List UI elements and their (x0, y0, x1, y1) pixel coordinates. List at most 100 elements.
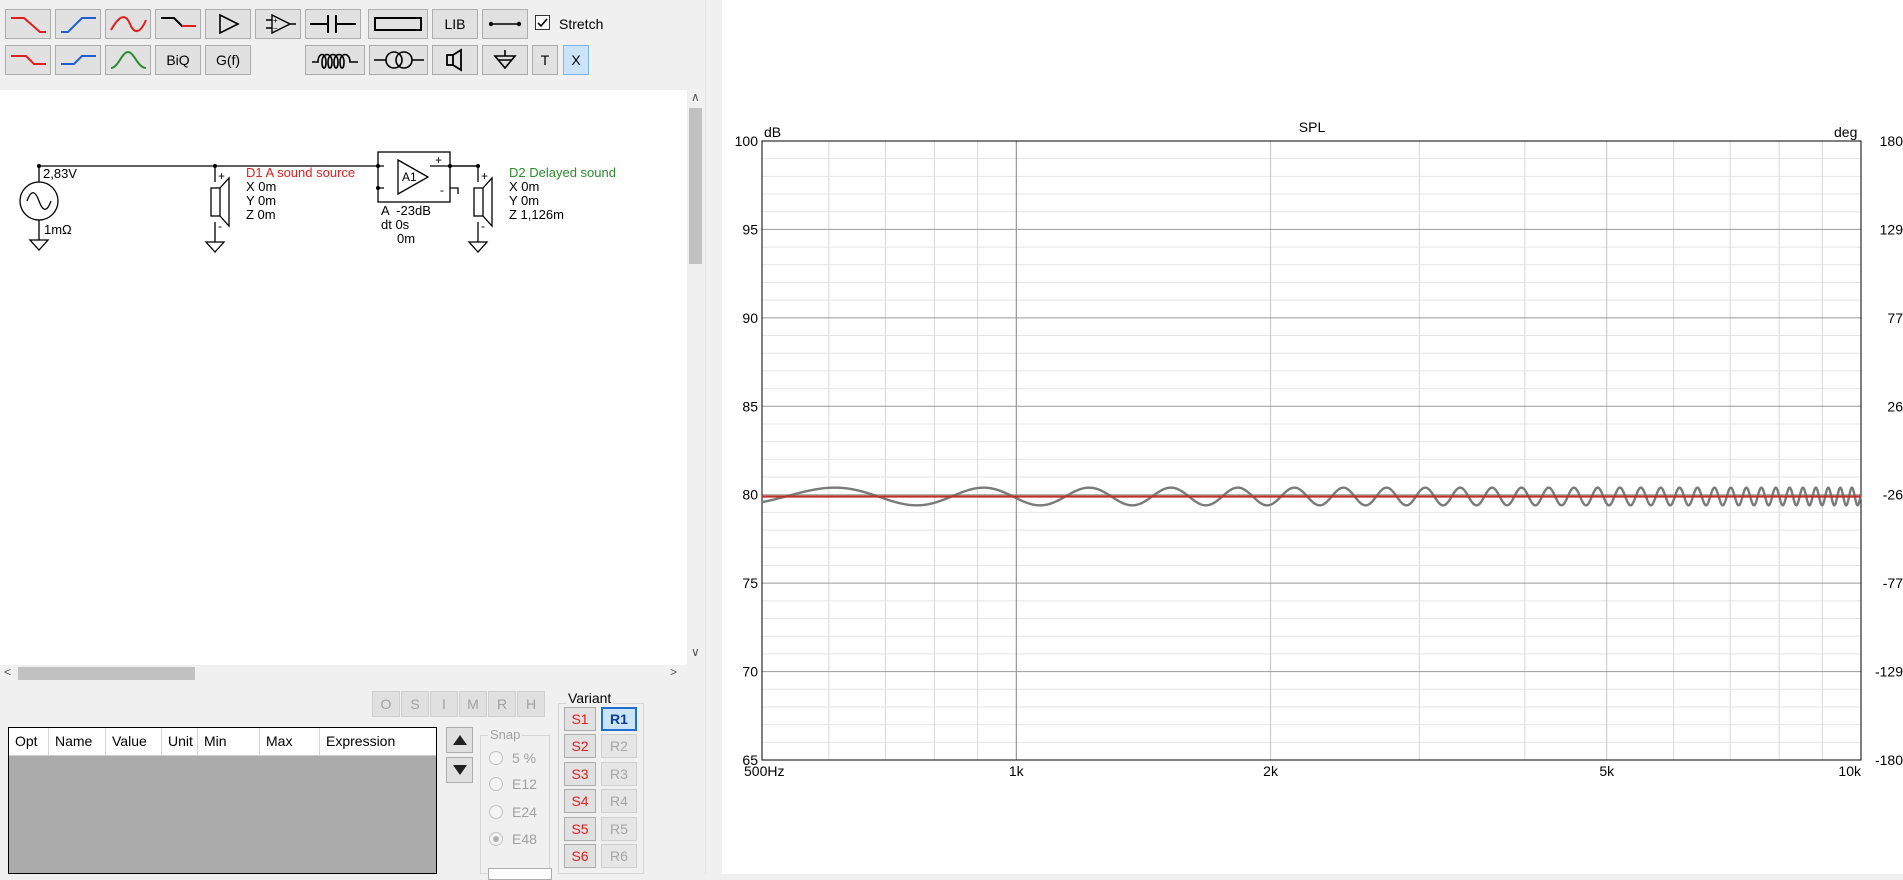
speaker-button[interactable] (432, 45, 478, 75)
scroll-up-icon[interactable]: ∧ (691, 90, 700, 104)
stretch-label: Stretch (559, 16, 604, 32)
svg-text:+: + (481, 169, 488, 183)
vertical-scrollbar[interactable]: ∧ ∨ (687, 90, 704, 665)
d1-name-label[interactable]: D1 A sound source (246, 166, 355, 180)
variant-r1-button[interactable]: R1 (601, 707, 637, 731)
transfer-function-button[interactable]: G(f) (205, 45, 251, 75)
amp-gain-label: A -23dB (381, 203, 431, 218)
highpass-filter-button[interactable] (55, 9, 101, 39)
col-value[interactable]: Value (106, 728, 162, 755)
d2-name-label[interactable]: D2 Delayed sound (509, 166, 616, 180)
inductor-button[interactable] (305, 45, 365, 75)
transformer-icon (373, 51, 424, 69)
scroll-down-icon[interactable]: ∨ (691, 645, 700, 659)
triangle-amp-icon (219, 13, 240, 35)
lowpass-filter-button[interactable] (5, 9, 51, 39)
variant-s4-button[interactable]: S4 (564, 789, 596, 813)
snap-radio-e24[interactable] (489, 805, 503, 819)
capacitor-icon (310, 15, 356, 33)
highpass2-filter-button[interactable] (55, 45, 101, 75)
y-tick-label-right: 26 (1887, 398, 1903, 414)
col-min[interactable]: Min (198, 728, 260, 755)
bandpass-filter-button[interactable] (105, 45, 151, 75)
horizontal-scrollbar[interactable]: < > (0, 665, 687, 682)
snap-label-5pct: 5 % (512, 750, 537, 766)
scroll-left-icon[interactable]: < (4, 665, 11, 679)
variant-r6-button[interactable]: R6 (601, 844, 637, 868)
col-opt[interactable]: Opt (9, 728, 49, 755)
horizontal-scroll-thumb[interactable] (18, 667, 195, 680)
opt-button-h[interactable]: H (517, 691, 545, 717)
triangle-down-icon (452, 765, 467, 775)
variant-r5-button[interactable]: R5 (601, 817, 637, 841)
panel-splitter[interactable] (705, 0, 723, 874)
variant-r4-button[interactable]: R4 (601, 789, 637, 813)
x-tick-label: 2k (1263, 763, 1279, 779)
inductor-icon (312, 53, 358, 69)
col-name[interactable]: Name (49, 728, 106, 755)
ground-button[interactable] (482, 45, 528, 75)
library-button[interactable]: LIB (432, 9, 478, 39)
svg-text:+: + (435, 153, 442, 167)
snap-radio-e48[interactable] (489, 832, 503, 846)
biquad-button[interactable]: BiQ (155, 45, 201, 75)
schematic-canvas[interactable]: + - + - + - 2,83V 1mΩ D1 A sound source … (0, 90, 687, 665)
allpass-red-icon (110, 16, 147, 32)
x-tick-label: 1k (1009, 763, 1025, 779)
variant-s5-button[interactable]: S5 (564, 817, 596, 841)
transformer-button[interactable] (369, 45, 428, 75)
col-unit[interactable]: Unit (162, 728, 198, 755)
d2-y-label: Y 0m (509, 193, 540, 208)
major-gridlines (761, 140, 1862, 761)
opt-button-s[interactable]: S (401, 691, 429, 717)
source-voltage-label: 2,83V (43, 166, 77, 181)
y-tick-label-left: 80 (742, 487, 758, 503)
variant-r3-button[interactable]: R3 (601, 762, 637, 786)
amplifier-button[interactable] (205, 9, 251, 39)
variant-s3-button[interactable]: S3 (564, 762, 596, 786)
radio-selected-dot (493, 836, 499, 842)
variant-s6-button[interactable]: S6 (564, 844, 596, 868)
variant-r2-button[interactable]: R2 (601, 734, 637, 758)
variant-s2-button[interactable]: S2 (564, 734, 596, 758)
svg-text:-: - (218, 219, 222, 233)
snap-label-e24: E24 (512, 804, 537, 820)
wire-button[interactable] (482, 9, 528, 39)
d2-z-label: Z 1,126m (509, 207, 564, 222)
spl-chart-panel[interactable]: SPL dB deg 500Hz 1k 2k 5k 10k 100 180 95 129 90 77… (722, 0, 1903, 874)
snap-radio-5pct[interactable] (489, 751, 503, 765)
x-tick-label: 5k (1599, 763, 1615, 779)
snap-radio-e12[interactable] (489, 777, 503, 791)
resistor-button[interactable] (368, 9, 428, 39)
parameter-table[interactable]: Opt Name Value Unit Min Max Expression (8, 727, 437, 874)
y-tick-label-left: 85 (742, 398, 758, 414)
lowpass2-filter-button[interactable] (5, 45, 51, 75)
capacitor-button[interactable] (305, 9, 361, 39)
move-down-button[interactable] (446, 757, 473, 783)
stretch-checkbox[interactable] (535, 15, 550, 30)
d1-x-label: X 0m (246, 179, 277, 194)
delete-x-button[interactable]: X (563, 45, 589, 75)
vertical-scroll-thumb[interactable] (689, 108, 702, 264)
opt-button-m[interactable]: M (459, 691, 487, 717)
move-up-button[interactable] (446, 727, 473, 753)
ground-icon (493, 50, 517, 70)
highpass2-blue-icon (61, 55, 96, 65)
text-button[interactable]: T (532, 45, 558, 75)
y-tick-label-right: 129 (1880, 221, 1903, 237)
snap-partial-button[interactable] (488, 868, 552, 880)
col-max[interactable]: Max (260, 728, 320, 755)
y-tick-label-right: -77 (1883, 575, 1903, 591)
opt-button-i[interactable]: I (430, 691, 458, 717)
variant-s1-button[interactable]: S1 (564, 707, 596, 731)
opt-button-r[interactable]: R (488, 691, 516, 717)
scroll-right-icon[interactable]: > (670, 665, 677, 679)
shelf-filter-button[interactable] (155, 9, 201, 39)
opt-button-o[interactable]: O (372, 691, 400, 717)
opamp-button[interactable]: + − (255, 9, 301, 39)
allpass-filter-button[interactable] (105, 9, 151, 39)
amp-name-label: A1 (402, 170, 417, 184)
amp-delay-label: dt 0s (381, 217, 410, 232)
d2-x-label: X 0m (509, 179, 540, 194)
col-expression[interactable]: Expression (320, 728, 436, 755)
